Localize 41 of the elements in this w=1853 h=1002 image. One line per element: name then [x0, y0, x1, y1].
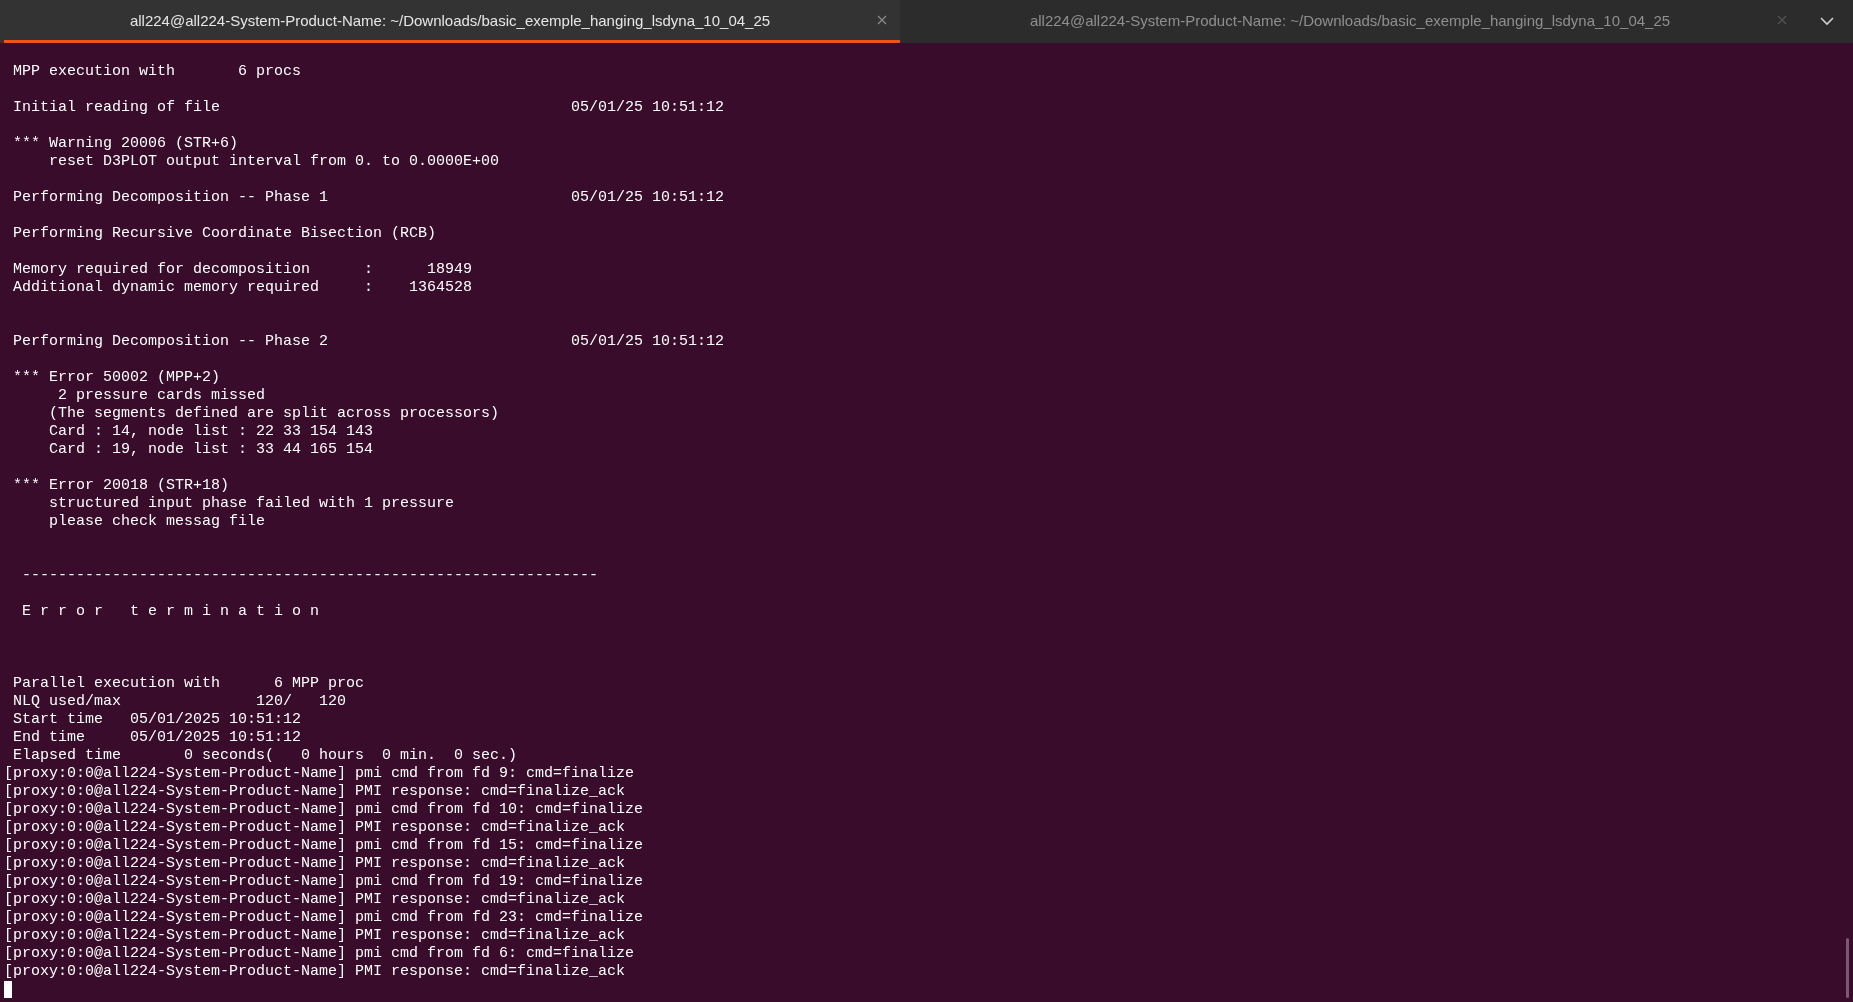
terminal-line: [proxy:0:0@all224-System-Product-Name] pmi cmd from fd 19: cmd=finalize [4, 873, 644, 891]
terminal-line: [proxy:0:0@all224-System-Product-Name] PMI response: cmd=finalize_ack [4, 855, 626, 873]
terminal-tab[interactable]: all224@all224-System-Product-Name: ~/Downloads/basic_exemple_hanging_lsdyna_10_04_25 [0, 0, 900, 43]
terminal-line: [proxy:0:0@all224-System-Product-Name] PMI response: cmd=finalize_ack [4, 783, 626, 801]
terminal-line: [proxy:0:0@all224-System-Product-Name] pmi cmd from fd 23: cmd=finalize [4, 909, 644, 927]
terminal-line: please check messag file [48, 513, 266, 531]
terminal-line: Additional dynamic memory required : 1364528 [12, 279, 473, 297]
terminal-line: [proxy:0:0@all224-System-Product-Name] PMI response: cmd=finalize_ack [4, 891, 626, 909]
terminal-line: [proxy:0:0@all224-System-Product-Name] pmi cmd from fd 9: cmd=finalize [4, 765, 635, 783]
terminal-line: [proxy:0:0@all224-System-Product-Name] pmi cmd from fd 15: cmd=finalize [4, 837, 644, 855]
cursor [4, 981, 12, 998]
terminal-line: Performing Decomposition -- Phase 1 05/01/25 10:51:12 [12, 189, 725, 207]
terminal-line: End time 05/01/2025 10:51:12 [12, 729, 302, 747]
terminal-line: [proxy:0:0@all224-System-Product-Name] PMI response: cmd=finalize_ack [4, 927, 626, 945]
terminal-line: structured input phase failed with 1 pressure [48, 495, 455, 513]
terminal-line: Performing Decomposition -- Phase 2 05/01/25 10:51:12 [12, 333, 725, 351]
terminal-line: [proxy:0:0@all224-System-Product-Name] PMI response: cmd=finalize_ack [4, 819, 626, 837]
terminal-line: E r r o r t e r m i n a t i o n [21, 603, 320, 621]
scrollbar-thumb[interactable] [1846, 938, 1849, 998]
terminal-line: *** Error 20018 (STR+18) [12, 477, 230, 495]
terminal-line: *** Error 50002 (MPP+2) [12, 369, 221, 387]
terminal-line: *** Warning 20006 (STR+6) [12, 135, 239, 153]
terminal-line: Memory required for decomposition : 18949 [12, 261, 473, 279]
terminal-line: MPP execution with 6 procs [12, 63, 302, 81]
terminal-line: Card : 14, node list : 22 33 154 143 [48, 423, 374, 441]
terminal-line: NLQ used/max 120/ 120 [12, 693, 347, 711]
terminal-line: Elapsed time 0 seconds( 0 hours 0 min. 0 sec.) [12, 747, 518, 765]
terminal-line: 2 pressure cards missed [57, 387, 266, 405]
terminal-line: ---------------------------------------------------------------- [21, 567, 599, 585]
terminal-line: Card : 19, node list : 33 44 165 154 [48, 441, 374, 459]
terminal-line: Initial reading of file 05/01/25 10:51:12 [12, 99, 725, 117]
terminal-line: reset D3PLOT output interval from 0. to 0.0000E+00 [48, 153, 500, 171]
terminal-line: Performing Recursive Coordinate Bisection (RCB) [12, 225, 437, 243]
terminal-line: [proxy:0:0@all224-System-Product-Name] pmi cmd from fd 10: cmd=finalize [4, 801, 644, 819]
chevron-down-icon[interactable] [1819, 17, 1834, 26]
terminal-line: (The segments defined are split across processors) [48, 405, 500, 423]
terminal-line: [proxy:0:0@all224-System-Product-Name] pmi cmd from fd 6: cmd=finalize [4, 945, 635, 963]
terminal-line: Parallel execution with 6 MPP proc [12, 675, 365, 693]
terminal-line: [proxy:0:0@all224-System-Product-Name] PMI response: cmd=finalize_ack [4, 963, 626, 981]
terminal-line: Start time 05/01/2025 10:51:12 [12, 711, 302, 729]
close-icon[interactable] [876, 14, 888, 26]
